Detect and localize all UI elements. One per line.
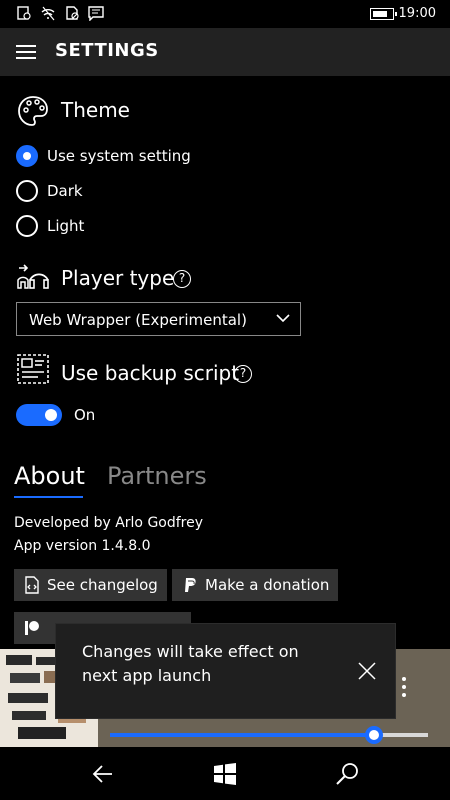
battery-level [373,11,388,17]
make-donation-button[interactable]: Make a donation [172,569,339,601]
headphones-switch-icon [17,264,49,289]
document-code-icon [25,576,39,594]
progress-thumb[interactable] [364,726,383,744]
radio-dark[interactable]: Dark [16,180,83,202]
button-label: See changelog [47,576,158,594]
dropdown-value: Web Wrapper (Experimental) [29,311,247,329]
chevron-down-icon [276,314,290,323]
developer-text: Developed by Arlo Godfrey [14,515,204,531]
radio-label: Dark [47,182,83,200]
radio-button[interactable] [16,215,38,237]
theme-heading: Theme [61,98,130,122]
radio-use-system-setting[interactable]: Use system setting [16,145,191,167]
clock: 19:00 [398,6,436,21]
patreon-icon [25,621,39,635]
backup-script-heading: Use backup script [61,361,240,385]
navigation-bar [0,747,450,800]
radio-label: Use system setting [47,147,191,165]
page-title: SETTINGS [55,40,159,61]
status-bar: 19:00 [0,0,450,28]
toggle-knob [45,409,57,421]
player-type-dropdown[interactable]: Web Wrapper (Experimental) [16,302,301,336]
version-text: App version 1.4.8.0 [14,538,151,554]
player-type-heading: Player type [61,266,175,290]
tab-about[interactable]: About [14,462,85,490]
see-changelog-button[interactable]: See changelog [14,569,167,601]
help-icon[interactable]: ? [173,270,191,288]
hamburger-icon[interactable] [14,40,38,64]
back-arrow-icon[interactable] [90,761,116,787]
progress-track[interactable] [110,726,428,744]
search-icon[interactable] [334,761,360,787]
help-icon[interactable]: ? [234,365,252,383]
tab-underline [14,496,83,498]
script-icon [17,354,49,384]
paypal-icon [185,578,196,592]
radio-button[interactable] [16,180,38,202]
close-icon[interactable] [358,662,376,680]
button-label: Make a donation [205,576,330,594]
radio-light[interactable]: Light [16,215,84,237]
battery-icon [370,8,397,20]
wifi-icon [41,6,55,21]
backup-script-toggle[interactable] [16,404,62,426]
radio-label: Light [47,217,85,235]
message-icon [88,6,104,21]
radio-button[interactable] [16,145,38,167]
toggle-label: On [74,406,96,424]
no-sim-icon [66,6,79,20]
progress-fill [110,733,374,737]
toast-notification: Changes will take effect on next app lau… [55,623,396,719]
windows-icon[interactable] [212,761,238,787]
toast-message: Changes will take effect on next app lau… [82,642,299,685]
title-bar: SETTINGS [0,28,450,76]
palette-icon [18,96,48,126]
tab-partners[interactable]: Partners [107,462,207,490]
more-options-icon[interactable] [400,675,408,699]
notification-icon [17,6,31,20]
